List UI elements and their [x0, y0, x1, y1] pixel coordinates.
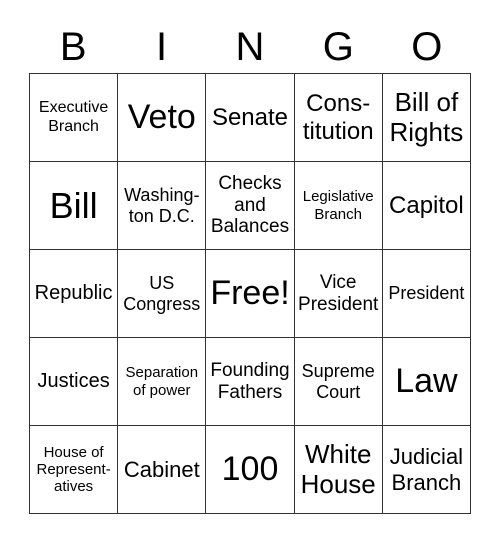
header-letter-b: B [59, 25, 87, 69]
bingo-cell[interactable]: Bill of Rights [382, 74, 471, 162]
header-letter-g: G [322, 25, 354, 69]
bingo-cell[interactable]: Veto [118, 74, 207, 162]
cell-label: Vice President [298, 271, 379, 315]
bingo-cell[interactable]: Republic [30, 250, 119, 338]
header-letter-n: N [235, 25, 265, 69]
cell-label: Legislative Branch [302, 188, 374, 223]
cell-label: House of Represent- atives [36, 443, 111, 496]
cell-label: Capitol [389, 191, 464, 219]
free-space-cell[interactable]: Free! [206, 250, 295, 338]
cell-label: Free! [210, 274, 290, 313]
cell-label: Supreme Court [301, 360, 375, 402]
bingo-cell[interactable]: Vice President [294, 250, 383, 338]
cell-label: Separation of power [125, 364, 199, 399]
cell-label: Justices [37, 370, 110, 393]
cell-label: Executive Branch [38, 99, 109, 135]
cell-label: US Congress [123, 272, 201, 314]
cell-label: Cons- titution [302, 90, 374, 145]
bingo-cell[interactable]: Justices [30, 338, 119, 426]
cell-label: Senate [211, 103, 289, 131]
cell-label: Cabinet [123, 456, 200, 482]
cell-label: Judicial Branch [389, 444, 464, 495]
bingo-cell[interactable]: Founding Fathers [206, 338, 295, 426]
cell-label: Veto [127, 98, 196, 137]
cell-label: Checks and Balances [210, 173, 290, 238]
header-letter-i: I [156, 25, 168, 69]
bingo-cell[interactable]: 100 [206, 426, 295, 514]
cell-label: Bill of Rights [389, 86, 464, 147]
bingo-cell[interactable]: Senate [206, 74, 295, 162]
bingo-cell[interactable]: President [382, 250, 471, 338]
bingo-cell[interactable]: Capitol [382, 162, 471, 250]
bingo-cell[interactable]: Supreme Court [294, 338, 383, 426]
bingo-grid: Executive Branch Veto Senate Cons- titut… [29, 73, 471, 514]
bingo-cell[interactable]: House of Represent- atives [30, 426, 119, 514]
bingo-cell[interactable]: White House [294, 426, 383, 514]
bingo-cell[interactable]: Separation of power [118, 338, 207, 426]
bingo-cell[interactable]: Bill [30, 162, 119, 250]
bingo-cell[interactable]: Checks and Balances [206, 162, 295, 250]
header-letter-o: O [411, 25, 443, 69]
cell-label: Washing- ton D.C. [124, 184, 200, 226]
cell-label: 100 [221, 450, 279, 489]
cell-label: Law [395, 362, 458, 401]
cell-label: President [388, 283, 465, 304]
cell-label: Bill [49, 184, 98, 226]
bingo-cell[interactable]: Executive Branch [30, 74, 119, 162]
bingo-cell[interactable]: Law [382, 338, 471, 426]
bingo-header: B I N G O [29, 22, 471, 72]
bingo-cell[interactable]: Cabinet [118, 426, 207, 514]
bingo-cell[interactable]: US Congress [118, 250, 207, 338]
bingo-cell[interactable]: Legislative Branch [294, 162, 383, 250]
bingo-cell[interactable]: Washing- ton D.C. [118, 162, 207, 250]
cell-label: Republic [34, 282, 113, 305]
bingo-cell[interactable]: Cons- titution [294, 74, 383, 162]
cell-label: White House [300, 438, 376, 499]
cell-label: Founding Fathers [210, 359, 290, 403]
bingo-cell[interactable]: Judicial Branch [382, 426, 471, 514]
